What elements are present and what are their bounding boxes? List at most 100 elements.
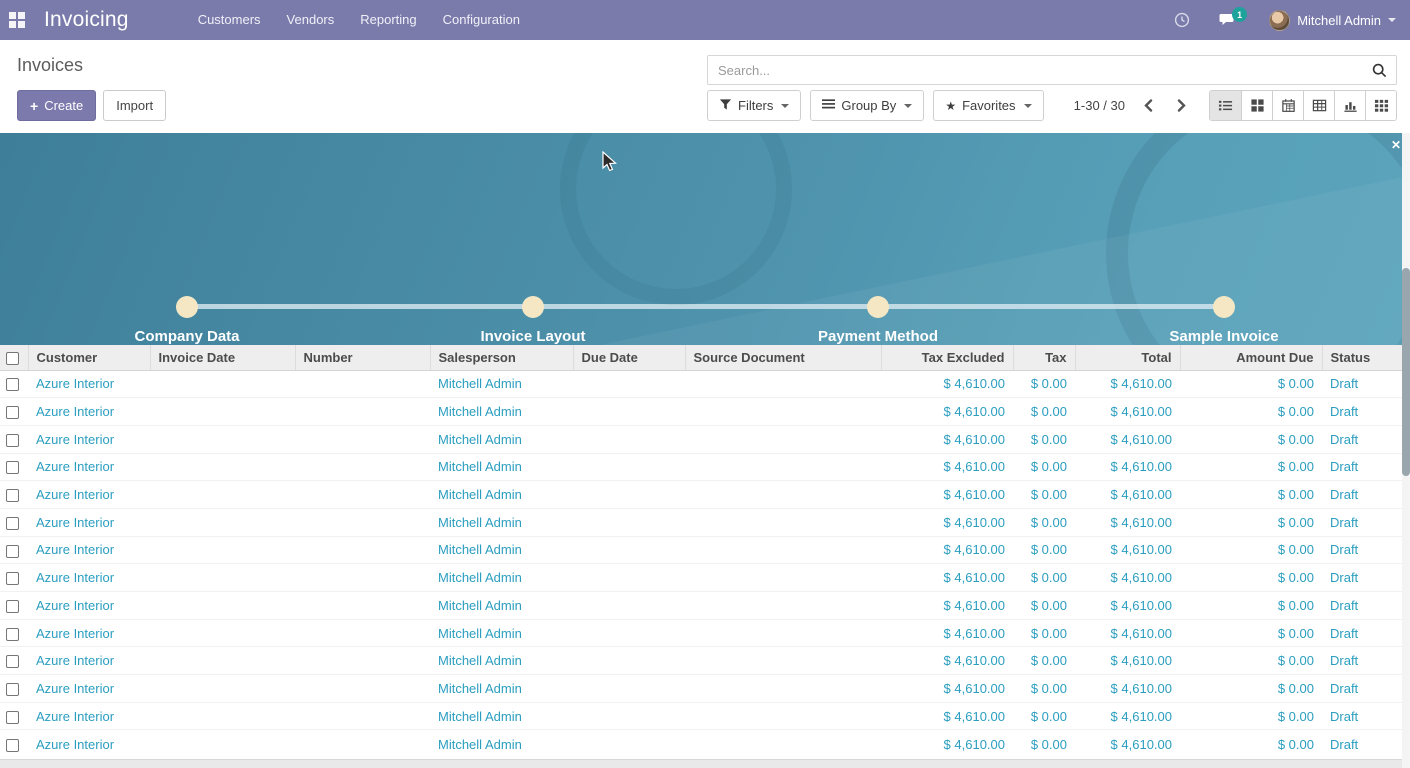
cell-salesperson[interactable]: Mitchell Admin <box>430 508 573 536</box>
menu-reporting[interactable]: Reporting <box>347 0 429 40</box>
table-row[interactable]: Azure InteriorMitchell Admin$ 4,610.00$ … <box>0 481 1402 509</box>
column-header-amount-due[interactable]: Amount Due <box>1180 345 1322 370</box>
cell-tax[interactable]: $ 0.00 <box>1013 730 1075 758</box>
cell-tax_excluded[interactable]: $ 4,610.00 <box>881 398 1013 426</box>
cell-tax[interactable]: $ 0.00 <box>1013 508 1075 536</box>
cell-customer[interactable]: Azure Interior <box>28 619 150 647</box>
cell-total[interactable]: $ 4,610.00 <box>1075 398 1180 426</box>
cell-status[interactable]: Draft <box>1322 481 1402 509</box>
row-checkbox[interactable] <box>6 461 19 474</box>
activity-view-button[interactable] <box>1365 91 1396 120</box>
cell-amount_due[interactable]: $ 0.00 <box>1180 453 1322 481</box>
cell-customer[interactable]: Azure Interior <box>28 425 150 453</box>
cell-status[interactable]: Draft <box>1322 675 1402 703</box>
cell-status[interactable]: Draft <box>1322 702 1402 730</box>
row-checkbox[interactable] <box>6 378 19 391</box>
cell-invoice_date[interactable] <box>150 508 295 536</box>
cell-invoice_date[interactable] <box>150 398 295 426</box>
column-header-number[interactable]: Number <box>295 345 430 370</box>
cell-number[interactable] <box>295 398 430 426</box>
cell-number[interactable] <box>295 592 430 620</box>
cell-customer[interactable]: Azure Interior <box>28 536 150 564</box>
cell-tax_excluded[interactable]: $ 4,610.00 <box>881 647 1013 675</box>
row-checkbox[interactable] <box>6 655 19 668</box>
column-header-invoice-date[interactable]: Invoice Date <box>150 345 295 370</box>
activities-clock-icon[interactable] <box>1167 0 1197 40</box>
cell-customer[interactable]: Azure Interior <box>28 453 150 481</box>
table-row[interactable]: Azure InteriorMitchell Admin$ 4,610.00$ … <box>0 564 1402 592</box>
cell-number[interactable] <box>295 619 430 647</box>
cell-salesperson[interactable]: Mitchell Admin <box>430 536 573 564</box>
cell-salesperson[interactable]: Mitchell Admin <box>430 370 573 398</box>
column-header-source-document[interactable]: Source Document <box>685 345 881 370</box>
cell-tax[interactable]: $ 0.00 <box>1013 564 1075 592</box>
cell-total[interactable]: $ 4,610.00 <box>1075 619 1180 647</box>
table-row[interactable]: Azure InteriorMitchell Admin$ 4,610.00$ … <box>0 647 1402 675</box>
table-row[interactable]: Azure InteriorMitchell Admin$ 4,610.00$ … <box>0 370 1402 398</box>
cell-number[interactable] <box>295 536 430 564</box>
cell-tax[interactable]: $ 0.00 <box>1013 398 1075 426</box>
cell-customer[interactable]: Azure Interior <box>28 508 150 536</box>
cell-invoice_date[interactable] <box>150 647 295 675</box>
cell-invoice_date[interactable] <box>150 619 295 647</box>
import-button[interactable]: Import <box>103 90 166 121</box>
cell-invoice_date[interactable] <box>150 481 295 509</box>
cell-tax_excluded[interactable]: $ 4,610.00 <box>881 370 1013 398</box>
pager-previous-button[interactable] <box>1139 95 1158 116</box>
pivot-view-button[interactable] <box>1303 91 1334 120</box>
cell-customer[interactable]: Azure Interior <box>28 564 150 592</box>
cell-amount_due[interactable]: $ 0.00 <box>1180 425 1322 453</box>
vertical-scrollbar-track[interactable] <box>1402 133 1410 768</box>
cell-due_date[interactable] <box>573 564 685 592</box>
cell-status[interactable]: Draft <box>1322 730 1402 758</box>
cell-salesperson[interactable]: Mitchell Admin <box>430 398 573 426</box>
vertical-scrollbar-thumb[interactable] <box>1402 268 1410 476</box>
cell-salesperson[interactable]: Mitchell Admin <box>430 592 573 620</box>
cell-amount_due[interactable]: $ 0.00 <box>1180 536 1322 564</box>
cell-invoice_date[interactable] <box>150 370 295 398</box>
menu-configuration[interactable]: Configuration <box>430 0 533 40</box>
cell-total[interactable]: $ 4,610.00 <box>1075 370 1180 398</box>
pager-next-button[interactable] <box>1172 95 1191 116</box>
cell-due_date[interactable] <box>573 730 685 758</box>
cell-source_document[interactable] <box>685 425 881 453</box>
column-header-tax[interactable]: Tax <box>1013 345 1075 370</box>
row-checkbox[interactable] <box>6 572 19 585</box>
column-header-due-date[interactable]: Due Date <box>573 345 685 370</box>
cell-total[interactable]: $ 4,610.00 <box>1075 592 1180 620</box>
cell-salesperson[interactable]: Mitchell Admin <box>430 619 573 647</box>
cell-number[interactable] <box>295 453 430 481</box>
cell-salesperson[interactable]: Mitchell Admin <box>430 564 573 592</box>
cell-total[interactable]: $ 4,610.00 <box>1075 508 1180 536</box>
cell-due_date[interactable] <box>573 592 685 620</box>
favorites-button[interactable]: ★Favorites <box>933 90 1043 121</box>
cell-source_document[interactable] <box>685 564 881 592</box>
table-row[interactable]: Azure InteriorMitchell Admin$ 4,610.00$ … <box>0 592 1402 620</box>
apps-menu-icon[interactable] <box>0 0 34 40</box>
cell-tax_excluded[interactable]: $ 4,610.00 <box>881 453 1013 481</box>
cell-tax_excluded[interactable]: $ 4,610.00 <box>881 481 1013 509</box>
create-button[interactable]: + Create <box>17 90 96 121</box>
cell-tax_excluded[interactable]: $ 4,610.00 <box>881 730 1013 758</box>
cell-due_date[interactable] <box>573 398 685 426</box>
cell-status[interactable]: Draft <box>1322 453 1402 481</box>
cell-status[interactable]: Draft <box>1322 398 1402 426</box>
cell-source_document[interactable] <box>685 536 881 564</box>
cell-amount_due[interactable]: $ 0.00 <box>1180 370 1322 398</box>
row-checkbox[interactable] <box>6 545 19 558</box>
column-header-customer[interactable]: Customer <box>28 345 150 370</box>
cell-due_date[interactable] <box>573 481 685 509</box>
row-checkbox[interactable] <box>6 628 19 641</box>
cell-source_document[interactable] <box>685 619 881 647</box>
cell-invoice_date[interactable] <box>150 592 295 620</box>
cell-number[interactable] <box>295 702 430 730</box>
cell-total[interactable]: $ 4,610.00 <box>1075 453 1180 481</box>
cell-customer[interactable]: Azure Interior <box>28 647 150 675</box>
cell-invoice_date[interactable] <box>150 675 295 703</box>
cell-number[interactable] <box>295 730 430 758</box>
cell-due_date[interactable] <box>573 702 685 730</box>
cell-amount_due[interactable]: $ 0.00 <box>1180 647 1322 675</box>
table-row[interactable]: Azure InteriorMitchell Admin$ 4,610.00$ … <box>0 453 1402 481</box>
cell-amount_due[interactable]: $ 0.00 <box>1180 398 1322 426</box>
cell-tax_excluded[interactable]: $ 4,610.00 <box>881 508 1013 536</box>
